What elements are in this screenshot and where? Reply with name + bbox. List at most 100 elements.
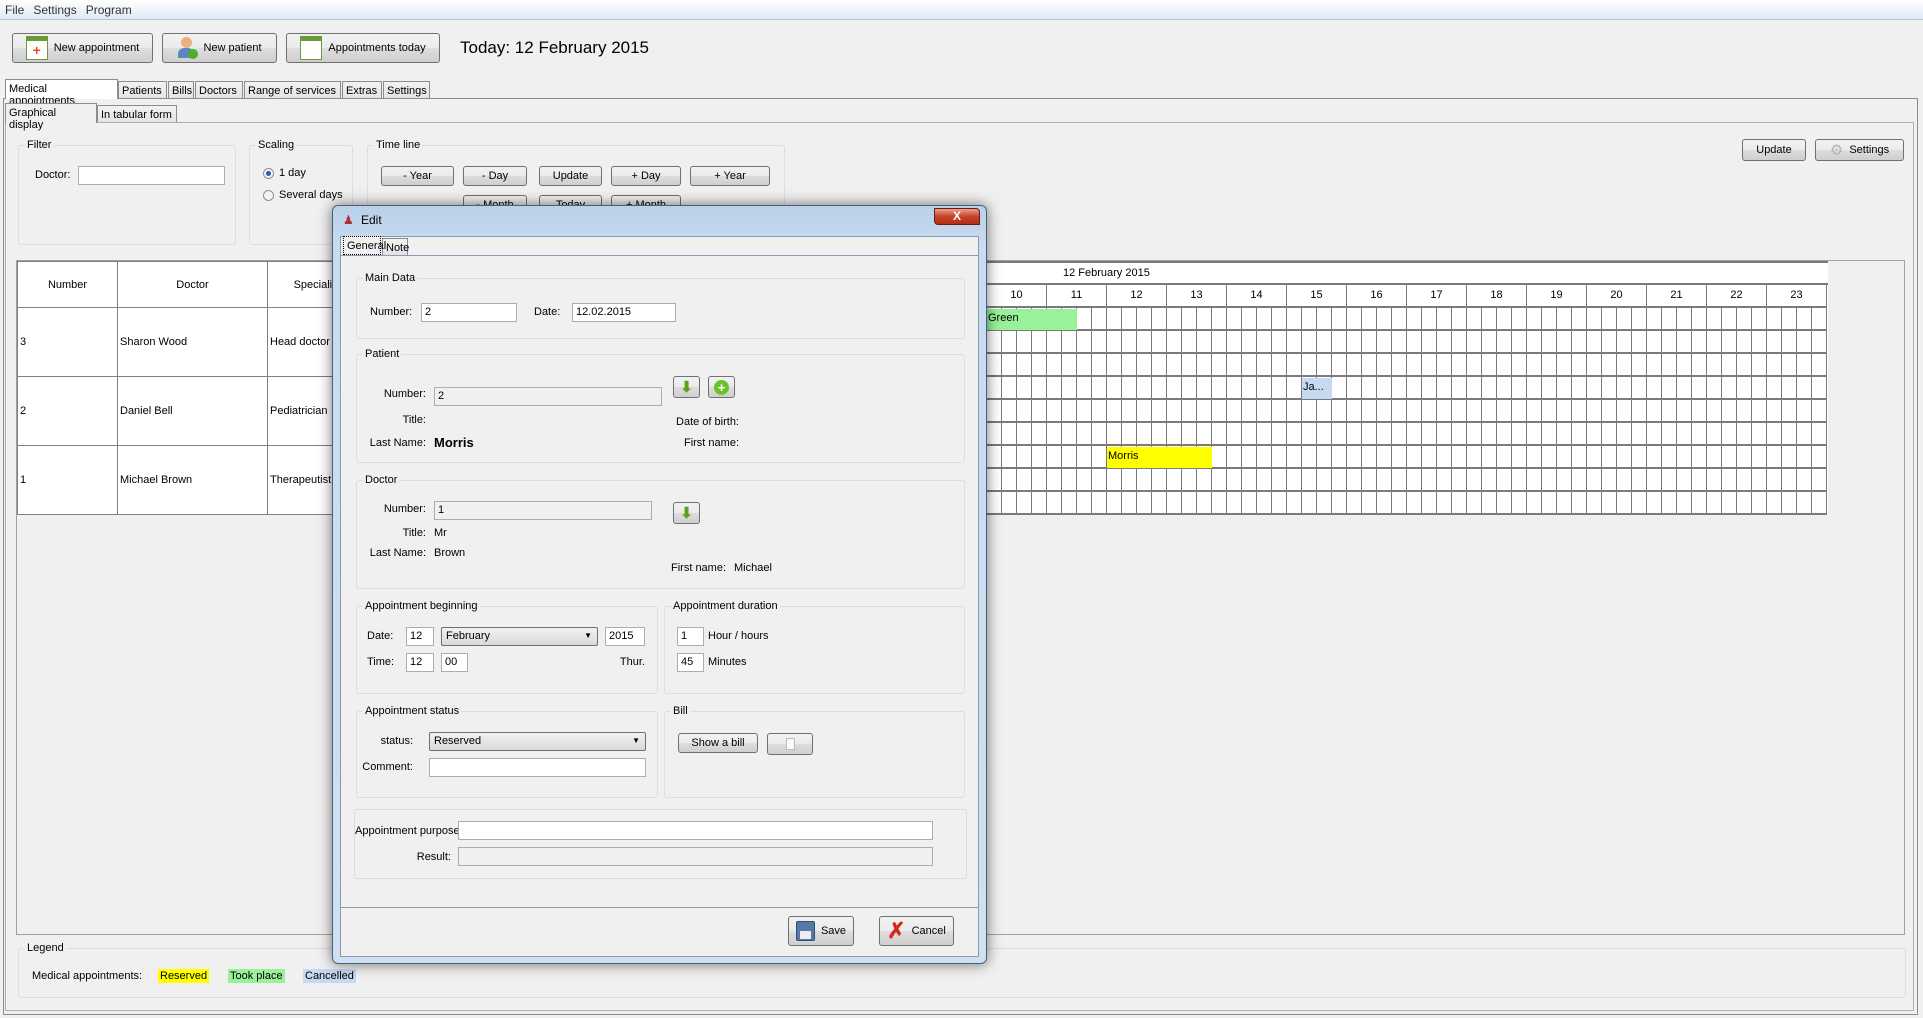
time-slot[interactable] (1557, 331, 1572, 354)
time-slot[interactable] (1512, 400, 1527, 423)
time-slot[interactable] (1092, 469, 1107, 492)
time-slot[interactable] (987, 331, 1002, 354)
time-slot[interactable] (1332, 423, 1347, 446)
time-slot[interactable] (1017, 469, 1032, 492)
time-slot[interactable] (1617, 331, 1632, 354)
time-slot[interactable] (1212, 308, 1227, 331)
time-slot[interactable] (1812, 377, 1827, 400)
time-slot[interactable] (1767, 469, 1782, 492)
time-slot[interactable] (1182, 400, 1197, 423)
time-slot[interactable] (1497, 469, 1512, 492)
time-slot[interactable] (987, 423, 1002, 446)
time-slot[interactable] (1287, 354, 1302, 377)
time-slot[interactable] (1002, 423, 1017, 446)
time-slot[interactable] (1182, 354, 1197, 377)
time-slot[interactable] (1767, 423, 1782, 446)
time-slot[interactable] (987, 400, 1002, 423)
time-slot[interactable] (1632, 377, 1647, 400)
time-slot[interactable] (1482, 354, 1497, 377)
time-slot[interactable] (1692, 469, 1707, 492)
time-slot[interactable] (1707, 446, 1722, 469)
time-slot[interactable] (1512, 308, 1527, 331)
time-slot[interactable] (1002, 446, 1017, 469)
time-slot[interactable] (1707, 308, 1722, 331)
time-slot[interactable] (1677, 377, 1692, 400)
time-slot[interactable] (1587, 377, 1602, 400)
time-slot[interactable] (1302, 354, 1317, 377)
time-slot[interactable] (1212, 400, 1227, 423)
time-slot[interactable] (1767, 377, 1782, 400)
time-slot[interactable] (1677, 331, 1692, 354)
time-slot[interactable] (1437, 492, 1452, 515)
time-slot[interactable] (1422, 377, 1437, 400)
tab-bills[interactable]: Bills (168, 81, 194, 99)
time-slot[interactable] (1002, 354, 1017, 377)
time-slot[interactable] (1062, 423, 1077, 446)
time-slot[interactable] (1767, 308, 1782, 331)
time-slot[interactable] (1782, 377, 1797, 400)
time-slot[interactable] (1632, 446, 1647, 469)
time-slot[interactable] (1632, 423, 1647, 446)
add-patient-button[interactable]: + (708, 376, 735, 398)
time-slot[interactable] (1407, 400, 1422, 423)
time-slot[interactable] (1482, 377, 1497, 400)
time-slot[interactable] (1662, 400, 1677, 423)
time-slot[interactable] (1527, 354, 1542, 377)
time-slot[interactable] (1512, 377, 1527, 400)
time-slot[interactable] (1452, 423, 1467, 446)
time-slot[interactable] (1317, 469, 1332, 492)
time-slot[interactable] (1242, 331, 1257, 354)
time-slot[interactable] (1602, 377, 1617, 400)
time-slot[interactable] (1272, 469, 1287, 492)
time-slot[interactable] (1107, 377, 1122, 400)
time-slot[interactable] (1707, 377, 1722, 400)
time-slot[interactable] (1287, 331, 1302, 354)
radio-several-days[interactable] (263, 190, 274, 201)
time-slot[interactable] (1047, 331, 1062, 354)
time-slot[interactable] (1212, 446, 1227, 469)
time-slot[interactable] (1362, 423, 1377, 446)
time-slot[interactable] (1647, 377, 1662, 400)
time-slot[interactable] (1092, 446, 1107, 469)
time-slot[interactable] (1392, 423, 1407, 446)
time-slot[interactable] (1017, 423, 1032, 446)
time-slot[interactable] (1737, 492, 1752, 515)
time-slot[interactable] (1377, 377, 1392, 400)
tab-range-of-services[interactable]: Range of services (244, 81, 341, 99)
time-slot[interactable] (1797, 492, 1812, 515)
time-slot[interactable] (1092, 423, 1107, 446)
time-slot[interactable] (1002, 400, 1017, 423)
time-slot[interactable] (1812, 492, 1827, 515)
time-slot[interactable] (1722, 400, 1737, 423)
time-slot[interactable] (1572, 377, 1587, 400)
time-slot[interactable] (1257, 446, 1272, 469)
time-slot[interactable] (1377, 492, 1392, 515)
time-slot[interactable] (1137, 331, 1152, 354)
time-slot[interactable] (1722, 469, 1737, 492)
time-slot[interactable] (1047, 423, 1062, 446)
time-slot[interactable] (1377, 469, 1392, 492)
time-slot[interactable] (1632, 331, 1647, 354)
time-slot[interactable] (1182, 377, 1197, 400)
time-slot[interactable] (1017, 446, 1032, 469)
hour-input[interactable]: 12 (406, 653, 434, 672)
time-slot[interactable] (1317, 446, 1332, 469)
time-slot[interactable] (1647, 354, 1662, 377)
time-slot[interactable] (1542, 308, 1557, 331)
time-slot[interactable] (1482, 469, 1497, 492)
time-slot[interactable] (1707, 354, 1722, 377)
time-slot[interactable] (1272, 492, 1287, 515)
time-slot[interactable] (1212, 469, 1227, 492)
time-slot[interactable] (1482, 400, 1497, 423)
time-slot[interactable] (1662, 469, 1677, 492)
time-slot[interactable] (1677, 308, 1692, 331)
time-slot[interactable] (1407, 423, 1422, 446)
show-bill-button[interactable]: Show a bill (678, 733, 758, 753)
time-slot[interactable] (1527, 469, 1542, 492)
time-slot[interactable] (1572, 469, 1587, 492)
time-slot[interactable] (1167, 423, 1182, 446)
time-slot[interactable] (1092, 492, 1107, 515)
time-slot[interactable] (1287, 400, 1302, 423)
time-slot[interactable] (1497, 400, 1512, 423)
new-patient-button[interactable]: New patient (162, 33, 277, 63)
